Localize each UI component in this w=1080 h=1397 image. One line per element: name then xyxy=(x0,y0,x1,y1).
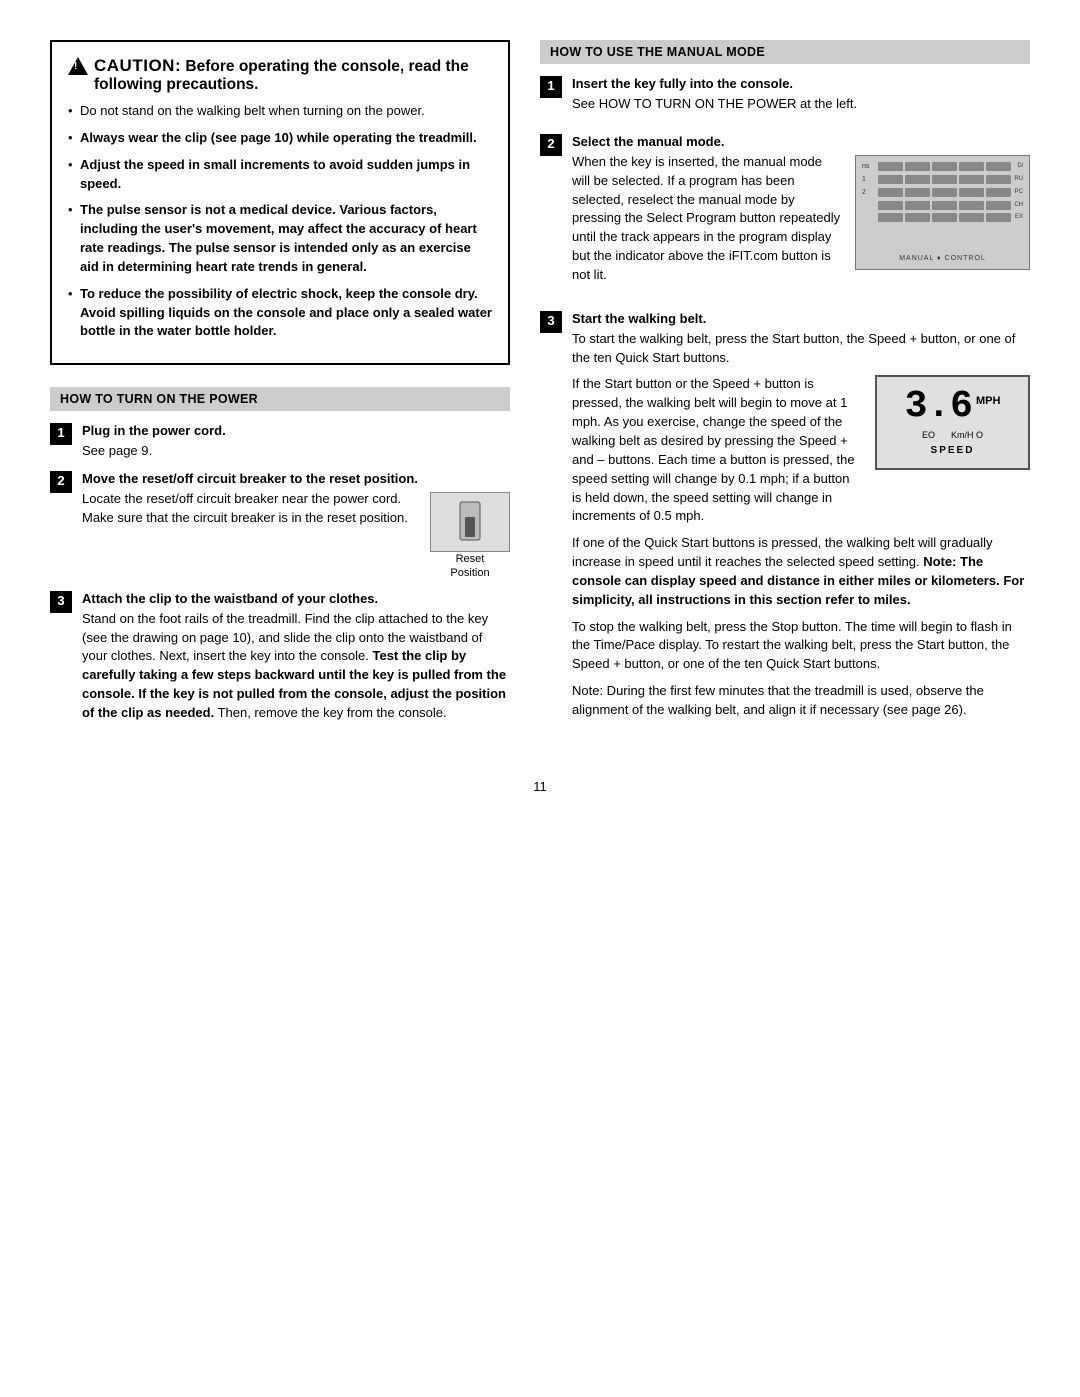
manual-step-1-number: 1 xyxy=(540,76,562,98)
step-3-title: Attach the clip to the waistband of your… xyxy=(82,591,510,606)
manual-step-3-title: Start the walking belt. xyxy=(572,311,1030,326)
caution-box: CAUTION: Before operating the console, r… xyxy=(50,40,510,365)
start-belt-text-4: To stop the walking belt, press the Stop… xyxy=(572,618,1030,675)
manual-step-2: 2 Select the manual mode. When the key i… xyxy=(540,134,1030,291)
manual-step-3-number: 3 xyxy=(540,311,562,333)
step-1-content: Plug in the power cord. See page 9. xyxy=(82,423,510,461)
step-3-body: Stand on the foot rails of the treadmill… xyxy=(82,610,510,723)
step-2-title: Move the reset/off circuit breaker to th… xyxy=(82,471,510,486)
power-step-2: 2 Move the reset/off circuit breaker to … xyxy=(50,471,510,581)
reset-diagram: Reset Position xyxy=(430,492,510,581)
step-3-content: Attach the clip to the waistband of your… xyxy=(82,591,510,729)
caution-item-2: Always wear the clip (see page 10) while… xyxy=(68,129,492,148)
speed-sub-right: Km/H O xyxy=(951,429,983,442)
start-belt-text-3: If one of the Quick Start buttons is pre… xyxy=(572,534,1030,609)
manual-step-3: 3 Start the walking belt. To start the w… xyxy=(540,311,1030,726)
start-belt-text-2: If the Start button or the Speed + butto… xyxy=(572,375,861,526)
step-1-title: Plug in the power cord. xyxy=(82,423,510,438)
caution-triangle-icon xyxy=(68,57,88,75)
caution-word: CAUTION: xyxy=(94,56,181,75)
caution-item-5-bold: To reduce the possibility of electric sh… xyxy=(80,286,492,339)
right-column: HOW TO USE THE MANUAL MODE 1 Insert the … xyxy=(540,40,1030,749)
caution-item-4: The pulse sensor is not a medical device… xyxy=(68,201,492,276)
caution-list: Do not stand on the walking belt when tu… xyxy=(68,102,492,341)
caution-item-3: Adjust the speed in small increments to … xyxy=(68,156,492,194)
step-1-number: 1 xyxy=(50,423,72,445)
caution-title-text: CAUTION: Before operating the console, r… xyxy=(94,56,492,94)
page-layout: CAUTION: Before operating the console, r… xyxy=(50,40,1030,749)
manual-step-2-number: 2 xyxy=(540,134,562,156)
speed-number: 3.6 xyxy=(905,388,973,426)
manual-step-2-content: Select the manual mode. When the key is … xyxy=(572,134,1030,291)
step-3-bold: Test the clip by carefully taking a few … xyxy=(82,648,506,720)
manual-step-3-body: To start the walking belt, press the Sta… xyxy=(572,330,1030,720)
reset-diagram-img xyxy=(430,492,510,552)
manual-step-2-title: Select the manual mode. xyxy=(572,134,1030,149)
step-2-text: Locate the reset/off circuit breaker nea… xyxy=(82,490,416,528)
step-2-number: 2 xyxy=(50,471,72,493)
caution-item-1: Do not stand on the walking belt when tu… xyxy=(68,102,492,121)
power-step-3: 3 Attach the clip to the waistband of yo… xyxy=(50,591,510,729)
start-belt-text-1: To start the walking belt, press the Sta… xyxy=(572,330,1030,368)
step-2-content: Move the reset/off circuit breaker to th… xyxy=(82,471,510,581)
speed-unit: MPH xyxy=(976,394,1000,410)
step-1-body: See page 9. xyxy=(82,442,510,461)
caution-item-5: To reduce the possibility of electric sh… xyxy=(68,285,492,342)
speed-display: 3.6 MPH EO Km/H O SPEED xyxy=(875,375,1030,470)
manual-step-1-body: See HOW TO TURN ON THE POWER at the left… xyxy=(572,95,1030,114)
note-bold: Note: The console can display speed and … xyxy=(572,554,1024,607)
caution-item-2-bold: Always wear the clip (see page 10) while… xyxy=(80,130,477,145)
reset-position-label: Reset Position xyxy=(450,552,489,581)
speed-label: SPEED xyxy=(931,444,975,459)
caution-item-3-bold: Adjust the speed in small increments to … xyxy=(80,157,470,191)
step-3-number: 3 xyxy=(50,591,72,613)
step-3-text-1: Stand on the foot rails of the treadmill… xyxy=(82,610,510,723)
manual-step-1-content: Insert the key fully into the console. S… xyxy=(572,76,1030,114)
power-section-header: HOW TO TURN ON THE POWER xyxy=(50,387,510,411)
left-column: CAUTION: Before operating the console, r… xyxy=(50,40,510,749)
manual-step-2-body: When the key is inserted, the manual mod… xyxy=(572,153,1030,291)
manual-step-2-text: When the key is inserted, the manual mod… xyxy=(572,153,841,285)
start-belt-text-5: Note: During the first few minutes that … xyxy=(572,682,1030,720)
page-number: 11 xyxy=(50,779,1030,794)
step-2-body: Locate the reset/off circuit breaker nea… xyxy=(82,490,510,581)
reset-switch-svg xyxy=(440,497,500,547)
manual-step-3-content: Start the walking belt. To start the wal… xyxy=(572,311,1030,726)
manual-step-1: 1 Insert the key fully into the console.… xyxy=(540,76,1030,114)
power-step-1: 1 Plug in the power cord. See page 9. xyxy=(50,423,510,461)
console-manual-label: MANUAL ♦ CONTROL xyxy=(856,254,1029,264)
caution-item-4-part1: The pulse sensor is not a medical device… xyxy=(80,202,477,274)
speed-sub-left: EO xyxy=(922,429,935,442)
manual-mode-header: HOW TO USE THE MANUAL MODE xyxy=(540,40,1030,64)
caution-title: CAUTION: Before operating the console, r… xyxy=(68,56,492,94)
power-section: HOW TO TURN ON THE POWER 1 Plug in the p… xyxy=(50,387,510,729)
console-panel-diagram: ns Di 1 xyxy=(855,155,1030,270)
manual-step-1-title: Insert the key fully into the console. xyxy=(572,76,1030,91)
